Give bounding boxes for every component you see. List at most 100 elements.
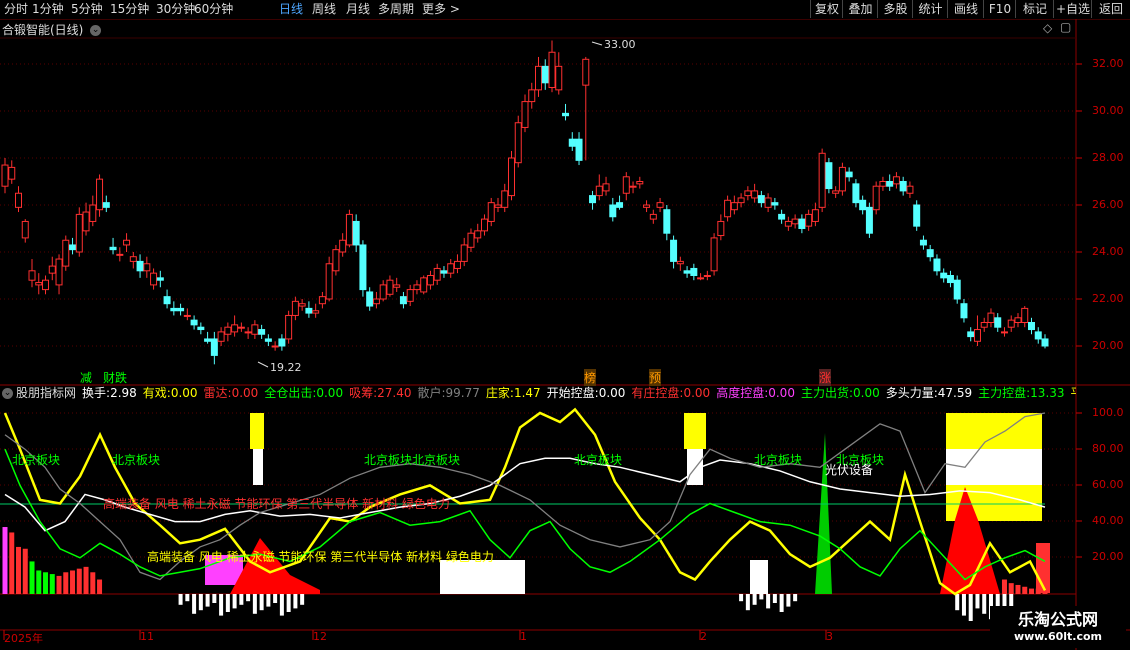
price-axis-label: 28.00: [1092, 151, 1124, 164]
indicator-name[interactable]: 股朋指标网: [16, 386, 76, 400]
indicator-axis-label: 60.00: [1092, 478, 1124, 491]
candle-body: [386, 279, 394, 295]
candle-body: [1014, 317, 1022, 323]
candle-body: [940, 272, 948, 279]
price-axis-label: 20.00: [1092, 339, 1124, 352]
candle-body: [568, 138, 576, 147]
candle-body: [764, 197, 772, 208]
indicator-block: [946, 413, 1042, 449]
indicator-negative-bar: [239, 594, 244, 605]
candle-body: [865, 206, 873, 234]
candle-body: [163, 296, 171, 305]
sector-line-upper: 高端装备 风电 稀土永磁 节能环保 第三代半导体 新材料 绿色电力: [103, 497, 450, 511]
candle-body: [197, 326, 205, 331]
price-axis-label: 32.00: [1092, 57, 1124, 70]
indicator-negative-bar: [279, 594, 284, 616]
indicator-value-row: ⌄ 股朋指标网 换手:2.98 有戏:0.00 雷达:0.00 全仓出击:0.00 吸筹:2…: [0, 385, 1076, 401]
indicator-negative-bar: [995, 594, 1000, 607]
candle-body: [150, 272, 158, 286]
indicator-item-value: 47.59: [937, 386, 973, 400]
indicator-negative-bar: [178, 594, 183, 605]
candle-body: [460, 244, 468, 262]
indicator-item-value: 0.00: [316, 386, 344, 400]
candle-body: [555, 65, 563, 91]
sector-label-solar: 光伏设备: [825, 463, 874, 477]
watermark-title: 乐淘公式网: [1017, 610, 1098, 629]
indicator-item-label: 主力出货:: [800, 386, 853, 400]
indicator-histogram-bar: [56, 575, 62, 594]
candle-body: [643, 204, 651, 208]
indicator-negative-bar: [779, 594, 784, 612]
candle-body: [339, 239, 347, 253]
indicator-item: 换手:2.98: [82, 386, 137, 400]
indicator-histogram-bar: [1022, 586, 1028, 594]
indicator-item: 全仓出击:0.00: [264, 386, 343, 400]
indicator-axis-label: 40.00: [1092, 514, 1124, 527]
candle-body: [440, 270, 448, 274]
low-marker-line: [257, 361, 269, 368]
candle-body: [616, 202, 624, 208]
candle-body: [109, 246, 117, 251]
candle-body: [771, 202, 779, 206]
candle-body: [143, 263, 151, 272]
indicator-item-value: 99.77: [445, 386, 480, 400]
candle-body: [35, 282, 43, 286]
indicator-item: 多头力量:47.59: [886, 386, 972, 400]
indicator-item-label: 开始控盘:: [546, 386, 599, 400]
indicator-axis-label: 80.00: [1092, 442, 1124, 455]
candle-body: [359, 244, 367, 291]
indicator-negative-bar: [185, 594, 190, 602]
candle-body: [258, 329, 266, 335]
candle-body: [946, 275, 954, 284]
candle-body: [514, 122, 522, 164]
indicator-item-label: 庄家:: [485, 386, 514, 400]
indicator-histogram-bar: [43, 572, 49, 594]
candle-body: [244, 331, 252, 334]
candle-body: [379, 284, 387, 300]
date-label: 11: [140, 630, 154, 643]
indicator-negative-bar: [786, 594, 791, 607]
candle-body: [177, 307, 185, 312]
candle-body: [332, 249, 340, 272]
indicator-histogram-bar: [22, 548, 28, 594]
indicator-negative-bar: [293, 594, 298, 609]
candle-body: [123, 239, 131, 246]
indicator-item: 高度控盘:0.00: [716, 386, 795, 400]
candle-body: [710, 237, 718, 272]
candle-body: [433, 267, 441, 281]
candle-body: [102, 202, 110, 208]
candle-body: [271, 345, 279, 348]
indicator-negative-bar: [286, 594, 291, 612]
indicator-negative-bar: [968, 594, 973, 621]
indicator-axis-label: 20.00: [1092, 550, 1124, 563]
price-axis-label: 24.00: [1092, 245, 1124, 258]
indicator-item-label: 吸筹:: [349, 386, 378, 400]
candle-body: [82, 211, 90, 232]
candle-body: [609, 204, 617, 218]
indicator-item: 平衡:: [1071, 386, 1076, 400]
candle-body: [717, 220, 725, 237]
candle-body: [352, 220, 360, 246]
candle-body: [170, 307, 178, 312]
candle-body: [670, 239, 678, 262]
candle-body: [724, 199, 732, 218]
candle-body: [69, 244, 77, 251]
candle-body: [1007, 319, 1015, 328]
candle-body: [28, 270, 36, 281]
candle-body: [467, 232, 475, 248]
candle-body: [541, 65, 549, 84]
candle-body: [845, 171, 853, 178]
indicator-histogram-bar: [97, 579, 103, 594]
candle-body: [291, 300, 299, 316]
indicator-collapse-icon[interactable]: ⌄: [2, 388, 13, 399]
indicator-negative-bar: [745, 594, 750, 611]
sector-label-beijing-3: 北京板块北京板块: [364, 453, 461, 467]
indicator-item-value: 0.00: [598, 386, 626, 400]
indicator-negative-bar: [219, 594, 224, 616]
candle-body: [447, 263, 455, 274]
indicator-negative-bar: [225, 594, 230, 612]
candle-body: [183, 314, 191, 317]
price-axis-label: 22.00: [1092, 292, 1124, 305]
candle-body: [204, 338, 212, 342]
candle-body: [595, 185, 603, 197]
